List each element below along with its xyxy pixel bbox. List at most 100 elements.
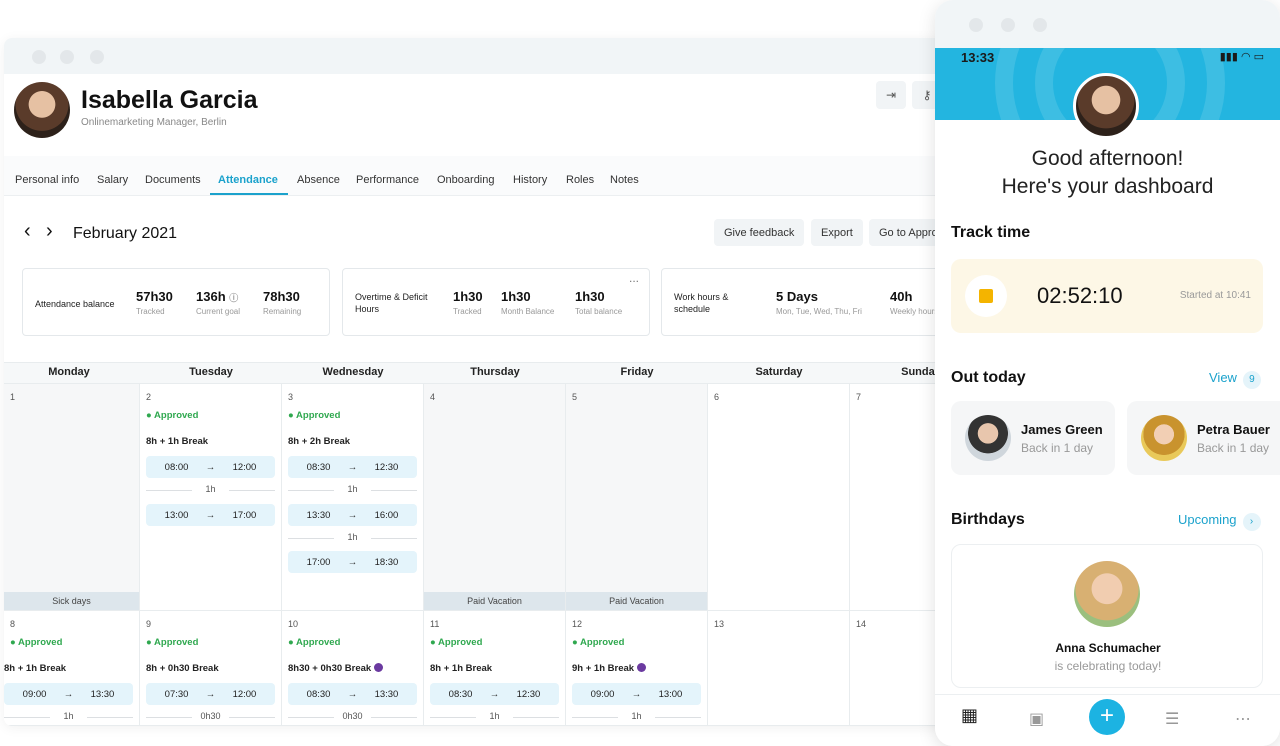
next-month-button[interactable]: › — [46, 220, 53, 243]
day-saturday: Saturday — [755, 366, 803, 378]
time-slot[interactable]: 08:30 → 12:30 — [288, 456, 417, 478]
info-icon: ⓘ — [229, 293, 239, 303]
out-today-person[interactable]: Petra Bauer Back in 1 day — [1127, 401, 1280, 475]
break-summary: 8h + 1h Break — [146, 436, 209, 447]
track-time-heading: Track time — [951, 224, 1031, 241]
tab-salary[interactable]: Salary — [97, 174, 128, 186]
day-number: 4 — [430, 392, 436, 402]
attendance-balance-card: Attendance balance 57h30 Tracked 136h ⓘ Cu… — [22, 268, 330, 336]
time-slot[interactable]: 13:00 → 17:00 — [146, 504, 275, 526]
day-number: 14 — [856, 619, 867, 629]
tab-attendance[interactable]: Attendance — [218, 174, 278, 186]
phone-titlebar — [935, 0, 1280, 48]
time-slot[interactable]: 08:30 → 13:30 — [288, 683, 417, 705]
break-gap: 1h — [288, 532, 417, 544]
person-return: Back in 1 day — [1197, 441, 1270, 455]
view-out-today-link[interactable]: View 9 — [1209, 370, 1261, 389]
tab-documents[interactable]: Documents — [145, 174, 201, 186]
break-summary: 8h + 1h Break — [4, 663, 67, 674]
absence-label: Paid Vacation — [424, 592, 565, 610]
export-button[interactable]: Export — [811, 219, 863, 246]
status-badge: ● Approved — [10, 637, 63, 648]
window-dot — [90, 50, 104, 64]
tab-notes[interactable]: Notes — [610, 174, 639, 186]
time-slot[interactable]: 09:00 → 13:00 — [572, 683, 701, 705]
add-button[interactable]: + — [1089, 699, 1125, 735]
absence-label: Paid Vacation — [566, 592, 707, 610]
time-slot[interactable]: 17:00 → 18:30 — [288, 551, 417, 573]
birthdays-heading: Birthdays — [951, 511, 1025, 528]
dashboard-icon[interactable]: ▦ — [961, 705, 978, 726]
day-number: 8 — [10, 619, 16, 629]
avatar — [14, 82, 70, 138]
calendar-day[interactable]: 6 — [708, 384, 850, 611]
tab-roles[interactable]: Roles — [566, 174, 594, 186]
birthday-name: Anna Schumacher — [1055, 641, 1161, 655]
stat-tracked: 57h30 Tracked — [136, 289, 173, 316]
birthday-card[interactable]: Anna Schumacher is celebrating today! — [951, 544, 1263, 688]
give-feedback-button[interactable]: Give feedback — [714, 219, 805, 246]
calendar-day[interactable]: 5 Paid Vacation — [566, 384, 708, 611]
card-label: Overtime & Deficit Hours — [355, 292, 428, 314]
tab-onboarding[interactable]: Onboarding — [437, 174, 495, 186]
day-number: 13 — [714, 619, 725, 629]
time-slot[interactable]: 08:00 → 12:00 — [146, 456, 275, 478]
calendar-day[interactable]: 1 Sick days — [4, 384, 140, 611]
calendar-day[interactable]: 10 ● Approved 8h30 + 0h30 Break 08:30 → 13… — [282, 611, 424, 726]
status-badge: ● Approved — [146, 637, 199, 648]
tab-performance[interactable]: Performance — [356, 174, 419, 186]
calendar-day[interactable]: 9 ● Approved 8h + 0h30 Break 07:30 → 12:00… — [140, 611, 282, 726]
mobile-app: 13:33 ▮▮▮ ◠ ▭ Good afternoon! Here's you… — [935, 0, 1280, 746]
upcoming-birthdays-link[interactable]: Upcoming › — [1178, 512, 1261, 531]
timer-value: 02:52:10 — [1037, 283, 1123, 308]
day-number: 7 — [856, 392, 862, 402]
prev-month-button[interactable]: ‹ — [24, 220, 31, 243]
window-dot — [969, 18, 983, 32]
calendar-day[interactable]: 13 — [708, 611, 850, 726]
stat-month-balance: 1h30 Month Balance — [501, 289, 555, 316]
calendar-icon[interactable]: ▣ — [1029, 709, 1044, 729]
tab-personal-info[interactable]: Personal info — [15, 174, 79, 186]
time-slot[interactable]: 09:00 → 13:30 — [4, 683, 133, 705]
break-gap: 1h — [4, 711, 133, 723]
day-number: 1 — [10, 392, 16, 402]
day-monday: Monday — [48, 366, 90, 378]
stat-weekly-hours: 40h Weekly hours — [890, 289, 939, 316]
sign-in-icon[interactable]: ⇥ — [876, 81, 906, 109]
signal-wifi-battery-icon: ▮▮▮ ◠ ▭ — [1219, 51, 1264, 63]
calendar-day[interactable]: 11 ● Approved 8h + 1h Break 08:30 → 12:30 … — [424, 611, 566, 726]
status-badge: ● Approved — [288, 410, 341, 421]
time-tracker: 02:52:10 Started at 10:41 — [951, 259, 1263, 333]
window-dot — [1001, 18, 1015, 32]
break-gap: 0h30 — [288, 711, 417, 723]
break-gap: 1h — [288, 484, 417, 496]
out-today-person[interactable]: James Green Back in 1 day — [951, 401, 1115, 475]
tab-absence[interactable]: Absence — [297, 174, 340, 186]
time-slot[interactable]: 08:30 → 12:30 — [430, 683, 559, 705]
day-number: 2 — [146, 392, 152, 402]
birthday-subtitle: is celebrating today! — [1054, 659, 1162, 673]
calendar-day[interactable]: 2 ● Approved 8h + 1h Break 08:00 → 12:00 1… — [140, 384, 282, 611]
card-label: Attendance balance — [35, 299, 115, 309]
break-summary: 8h + 0h30 Break — [146, 663, 219, 674]
day-thursday: Thursday — [470, 366, 520, 378]
calendar-day[interactable]: 4 Paid Vacation — [424, 384, 566, 611]
time-slot[interactable]: 07:30 → 12:00 — [146, 683, 275, 705]
more-icon[interactable]: ... — [629, 271, 639, 285]
calendar-day[interactable]: 3 ● Approved 8h + 2h Break 08:30 → 12:30 1… — [282, 384, 424, 611]
tab-history[interactable]: History — [513, 174, 547, 186]
break-summary: 8h + 2h Break — [288, 436, 351, 447]
stop-button[interactable] — [965, 275, 1007, 317]
time-slot[interactable]: 13:30 → 16:00 — [288, 504, 417, 526]
calendar-day[interactable]: 8 ● Approved 8h + 1h Break 09:00 → 13:30 1… — [4, 611, 140, 726]
day-wednesday: Wednesday — [322, 366, 384, 378]
status-badge: ● Approved — [146, 410, 199, 421]
day-number: 12 — [572, 619, 583, 629]
stat-tracked: 1h30 Tracked — [453, 289, 483, 316]
avatar[interactable] — [1073, 73, 1139, 139]
chevron-right-icon: › — [1242, 513, 1261, 531]
more-icon[interactable]: ⋯ — [1235, 709, 1251, 729]
calendar-day[interactable]: 12 ● Approved 9h + 1h Break 09:00 → 13:00 … — [566, 611, 708, 726]
team-icon[interactable]: ☰ — [1165, 709, 1179, 729]
desktop-window: Isabella Garcia Onlinemarketing Manager,… — [4, 38, 964, 726]
